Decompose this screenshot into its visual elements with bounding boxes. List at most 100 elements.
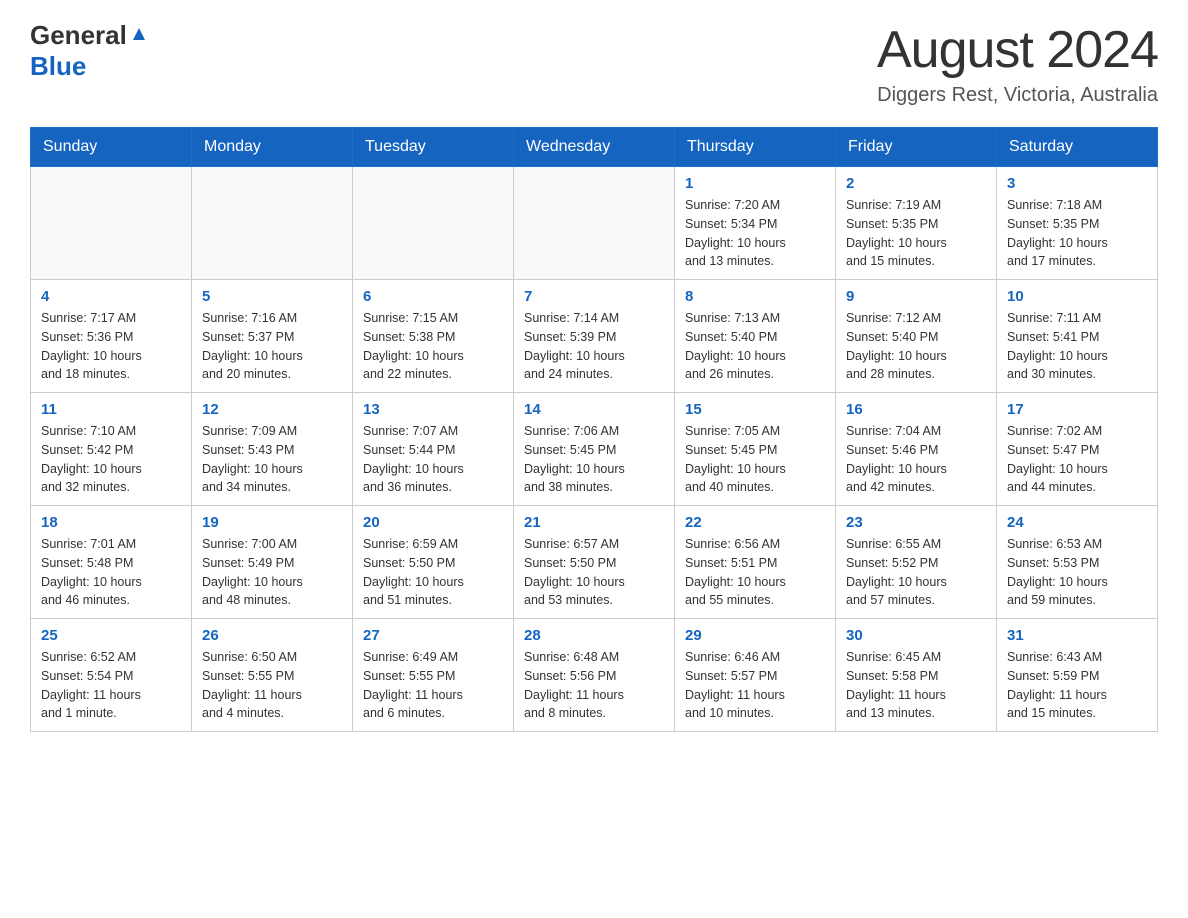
- day-number: 25: [41, 627, 181, 644]
- day-number: 19: [202, 514, 342, 531]
- day-info: Sunrise: 6:43 AM Sunset: 5:59 PM Dayligh…: [1007, 648, 1147, 723]
- day-cell: 20 Sunrise: 6:59 AM Sunset: 5:50 PM Dayli…: [353, 506, 514, 619]
- header-tuesday: Tuesday: [353, 128, 514, 167]
- day-number: 3: [1007, 175, 1147, 192]
- day-info: Sunrise: 7:20 AM Sunset: 5:34 PM Dayligh…: [685, 196, 825, 271]
- day-number: 26: [202, 627, 342, 644]
- day-number: 6: [363, 288, 503, 305]
- header-monday: Monday: [192, 128, 353, 167]
- day-number: 31: [1007, 627, 1147, 644]
- day-info: Sunrise: 6:50 AM Sunset: 5:55 PM Dayligh…: [202, 648, 342, 723]
- day-info: Sunrise: 6:53 AM Sunset: 5:53 PM Dayligh…: [1007, 535, 1147, 610]
- day-cell: 19 Sunrise: 7:00 AM Sunset: 5:49 PM Dayli…: [192, 506, 353, 619]
- week-row-2: 4 Sunrise: 7:17 AM Sunset: 5:36 PM Daylig…: [31, 280, 1158, 393]
- day-cell: 22 Sunrise: 6:56 AM Sunset: 5:51 PM Dayli…: [675, 506, 836, 619]
- day-number: 14: [524, 401, 664, 418]
- day-number: 18: [41, 514, 181, 531]
- header-friday: Friday: [836, 128, 997, 167]
- day-number: 15: [685, 401, 825, 418]
- day-cell: 8 Sunrise: 7:13 AM Sunset: 5:40 PM Daylig…: [675, 280, 836, 393]
- day-info: Sunrise: 6:46 AM Sunset: 5:57 PM Dayligh…: [685, 648, 825, 723]
- day-info: Sunrise: 7:15 AM Sunset: 5:38 PM Dayligh…: [363, 309, 503, 384]
- day-number: 12: [202, 401, 342, 418]
- day-cell: 31 Sunrise: 6:43 AM Sunset: 5:59 PM Dayli…: [997, 619, 1158, 732]
- logo-triangle-icon: [131, 26, 147, 47]
- day-cell: 27 Sunrise: 6:49 AM Sunset: 5:55 PM Dayli…: [353, 619, 514, 732]
- month-title: August 2024: [877, 20, 1158, 80]
- header-thursday: Thursday: [675, 128, 836, 167]
- day-number: 16: [846, 401, 986, 418]
- day-cell: 12 Sunrise: 7:09 AM Sunset: 5:43 PM Dayli…: [192, 393, 353, 506]
- day-cell: 11Sunrise: 7:10 AM Sunset: 5:42 PM Dayli…: [31, 393, 192, 506]
- day-number: 30: [846, 627, 986, 644]
- day-info: Sunrise: 7:09 AM Sunset: 5:43 PM Dayligh…: [202, 422, 342, 497]
- day-number: 17: [1007, 401, 1147, 418]
- header-sunday: Sunday: [31, 128, 192, 167]
- day-info: Sunrise: 7:06 AM Sunset: 5:45 PM Dayligh…: [524, 422, 664, 497]
- day-info: Sunrise: 7:12 AM Sunset: 5:40 PM Dayligh…: [846, 309, 986, 384]
- day-cell: 7 Sunrise: 7:14 AM Sunset: 5:39 PM Daylig…: [514, 280, 675, 393]
- day-info: Sunrise: 7:11 AM Sunset: 5:41 PM Dayligh…: [1007, 309, 1147, 384]
- day-info: Sunrise: 6:49 AM Sunset: 5:55 PM Dayligh…: [363, 648, 503, 723]
- day-cell: 18 Sunrise: 7:01 AM Sunset: 5:48 PM Dayli…: [31, 506, 192, 619]
- day-number: 10: [1007, 288, 1147, 305]
- day-cell: 10 Sunrise: 7:11 AM Sunset: 5:41 PM Dayli…: [997, 280, 1158, 393]
- day-cell: 5 Sunrise: 7:16 AM Sunset: 5:37 PM Daylig…: [192, 280, 353, 393]
- day-number: 23: [846, 514, 986, 531]
- day-number: 28: [524, 627, 664, 644]
- day-info: Sunrise: 7:01 AM Sunset: 5:48 PM Dayligh…: [41, 535, 181, 610]
- day-info: Sunrise: 6:45 AM Sunset: 5:58 PM Dayligh…: [846, 648, 986, 723]
- day-info: Sunrise: 6:56 AM Sunset: 5:51 PM Dayligh…: [685, 535, 825, 610]
- day-cell: 4 Sunrise: 7:17 AM Sunset: 5:36 PM Daylig…: [31, 280, 192, 393]
- week-row-3: 11Sunrise: 7:10 AM Sunset: 5:42 PM Dayli…: [31, 393, 1158, 506]
- header-row: Sunday Monday Tuesday Wednesday Thursday…: [31, 128, 1158, 167]
- day-info: Sunrise: 7:05 AM Sunset: 5:45 PM Dayligh…: [685, 422, 825, 497]
- day-cell: 6 Sunrise: 7:15 AM Sunset: 5:38 PM Daylig…: [353, 280, 514, 393]
- day-cell: 16 Sunrise: 7:04 AM Sunset: 5:46 PM Dayli…: [836, 393, 997, 506]
- day-cell: 2 Sunrise: 7:19 AM Sunset: 5:35 PM Daylig…: [836, 167, 997, 280]
- week-row-1: 1Sunrise: 7:20 AM Sunset: 5:34 PM Daylig…: [31, 167, 1158, 280]
- day-number: 27: [363, 627, 503, 644]
- day-number: 9: [846, 288, 986, 305]
- day-info: Sunrise: 7:16 AM Sunset: 5:37 PM Dayligh…: [202, 309, 342, 384]
- week-row-5: 25 Sunrise: 6:52 AM Sunset: 5:54 PM Dayli…: [31, 619, 1158, 732]
- day-number: 8: [685, 288, 825, 305]
- day-info: Sunrise: 7:13 AM Sunset: 5:40 PM Dayligh…: [685, 309, 825, 384]
- day-number: 4: [41, 288, 181, 305]
- day-info: Sunrise: 6:55 AM Sunset: 5:52 PM Dayligh…: [846, 535, 986, 610]
- day-info: Sunrise: 7:04 AM Sunset: 5:46 PM Dayligh…: [846, 422, 986, 497]
- logo-blue-text: Blue: [30, 51, 86, 81]
- day-number: 13: [363, 401, 503, 418]
- day-info: Sunrise: 6:52 AM Sunset: 5:54 PM Dayligh…: [41, 648, 181, 723]
- day-info: Sunrise: 7:14 AM Sunset: 5:39 PM Dayligh…: [524, 309, 664, 384]
- week-row-4: 18 Sunrise: 7:01 AM Sunset: 5:48 PM Dayli…: [31, 506, 1158, 619]
- day-number: 29: [685, 627, 825, 644]
- day-cell: 15 Sunrise: 7:05 AM Sunset: 5:45 PM Dayli…: [675, 393, 836, 506]
- day-cell: 14 Sunrise: 7:06 AM Sunset: 5:45 PM Dayli…: [514, 393, 675, 506]
- day-cell: 24Sunrise: 6:53 AM Sunset: 5:53 PM Dayli…: [997, 506, 1158, 619]
- day-info: Sunrise: 7:18 AM Sunset: 5:35 PM Dayligh…: [1007, 196, 1147, 271]
- location-subtitle: Diggers Rest, Victoria, Australia: [877, 84, 1158, 107]
- day-number: 7: [524, 288, 664, 305]
- day-info: Sunrise: 6:59 AM Sunset: 5:50 PM Dayligh…: [363, 535, 503, 610]
- day-cell: [353, 167, 514, 280]
- day-info: Sunrise: 7:00 AM Sunset: 5:49 PM Dayligh…: [202, 535, 342, 610]
- day-number: 5: [202, 288, 342, 305]
- day-number: 2: [846, 175, 986, 192]
- day-cell: 9 Sunrise: 7:12 AM Sunset: 5:40 PM Daylig…: [836, 280, 997, 393]
- day-info: Sunrise: 6:48 AM Sunset: 5:56 PM Dayligh…: [524, 648, 664, 723]
- day-cell: 26 Sunrise: 6:50 AM Sunset: 5:55 PM Dayli…: [192, 619, 353, 732]
- day-cell: 1Sunrise: 7:20 AM Sunset: 5:34 PM Daylig…: [675, 167, 836, 280]
- day-number: 20: [363, 514, 503, 531]
- day-cell: 21Sunrise: 6:57 AM Sunset: 5:50 PM Dayli…: [514, 506, 675, 619]
- logo: General Blue: [30, 20, 147, 82]
- day-info: Sunrise: 7:19 AM Sunset: 5:35 PM Dayligh…: [846, 196, 986, 271]
- day-info: Sunrise: 7:02 AM Sunset: 5:47 PM Dayligh…: [1007, 422, 1147, 497]
- day-cell: [31, 167, 192, 280]
- day-info: Sunrise: 7:17 AM Sunset: 5:36 PM Dayligh…: [41, 309, 181, 384]
- day-cell: 17 Sunrise: 7:02 AM Sunset: 5:47 PM Dayli…: [997, 393, 1158, 506]
- page-header: General Blue August 2024 Diggers Rest, V…: [30, 20, 1158, 107]
- day-cell: 30 Sunrise: 6:45 AM Sunset: 5:58 PM Dayli…: [836, 619, 997, 732]
- day-number: 22: [685, 514, 825, 531]
- day-cell: 25 Sunrise: 6:52 AM Sunset: 5:54 PM Dayli…: [31, 619, 192, 732]
